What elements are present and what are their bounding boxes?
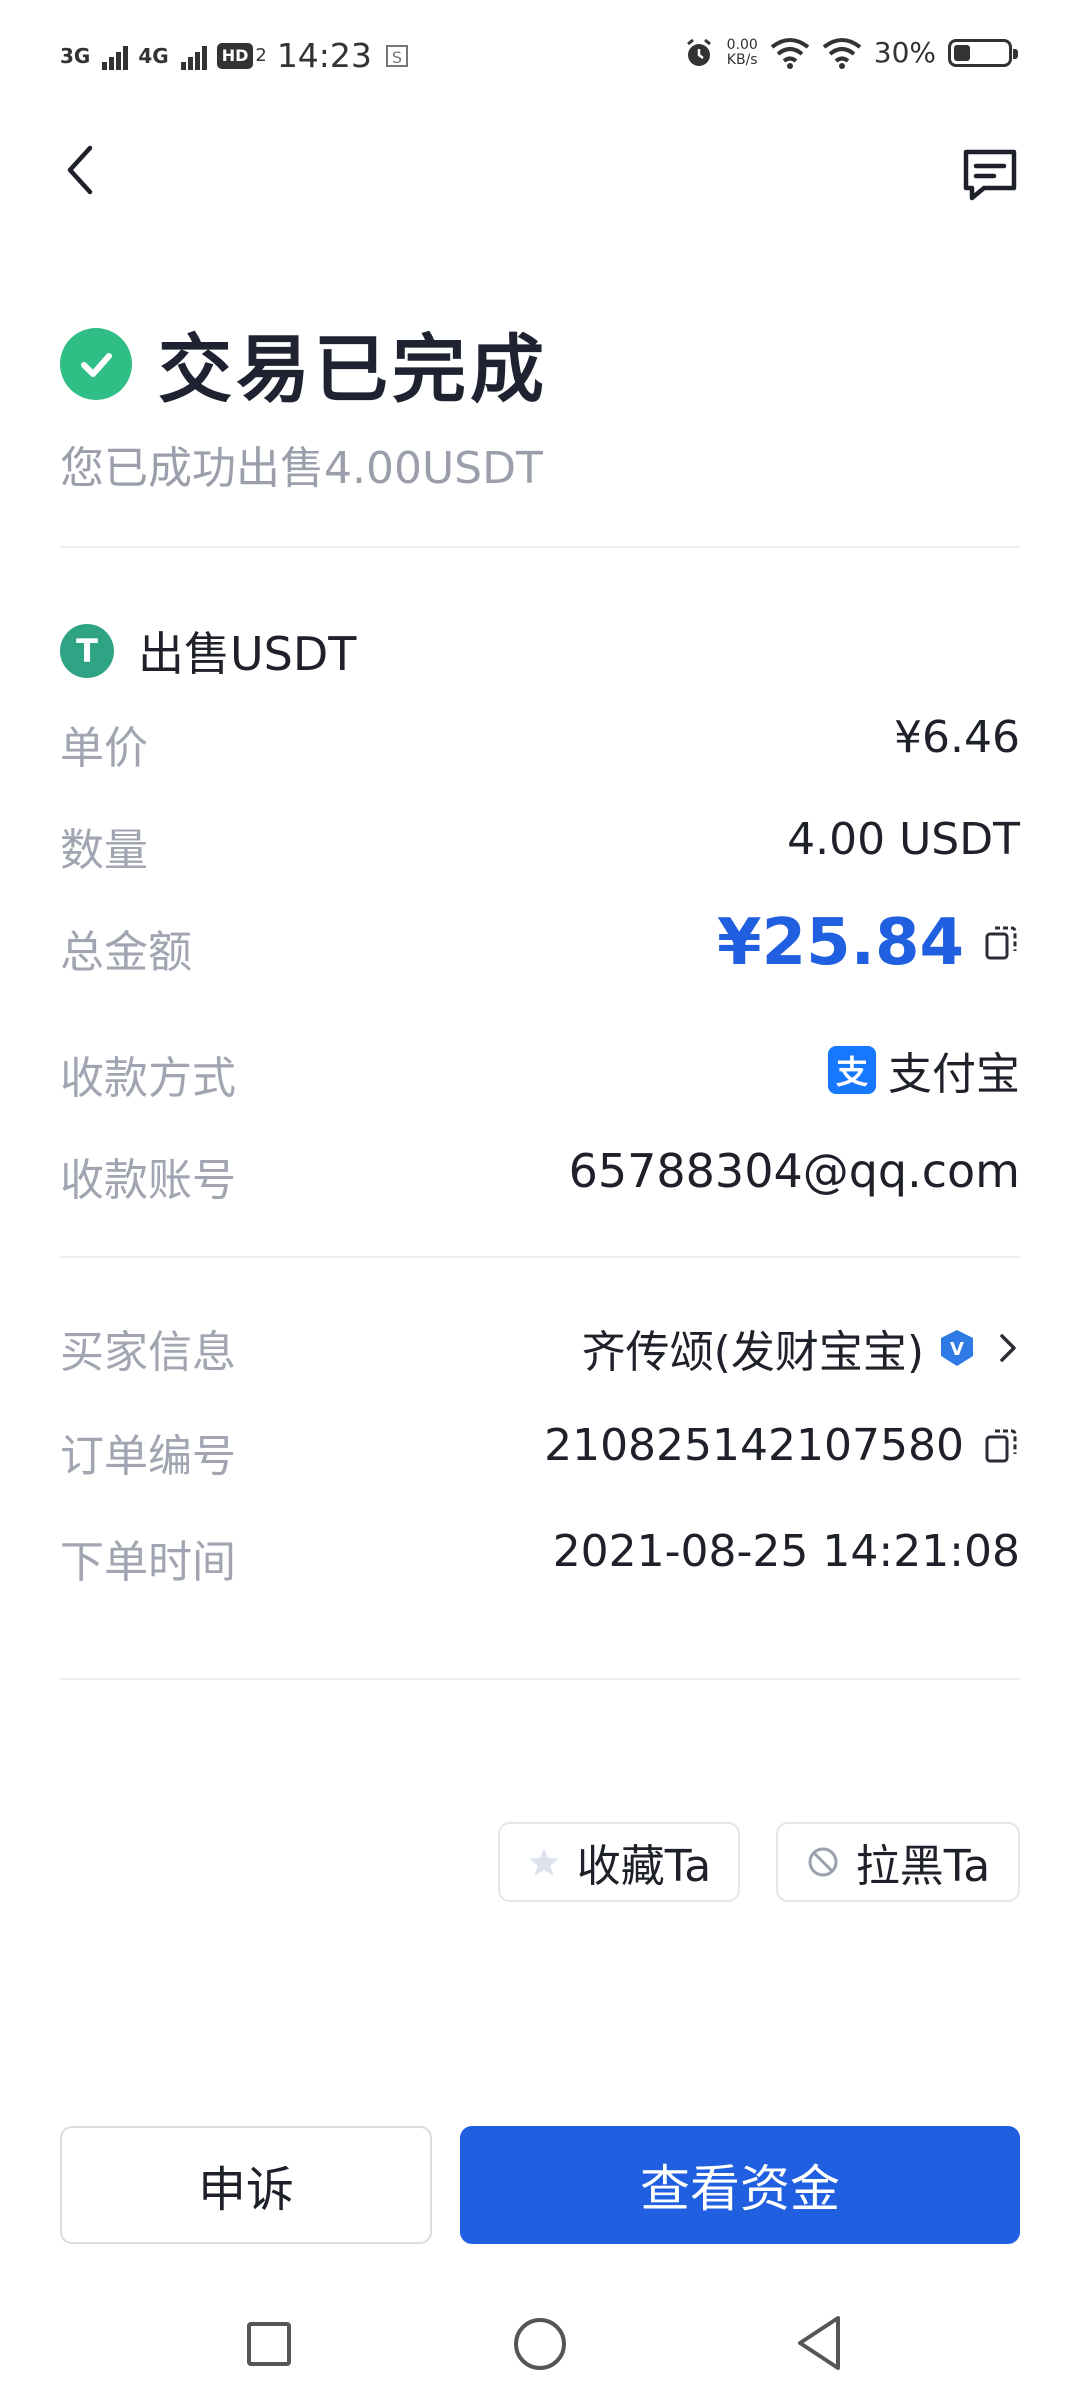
wifi-icon	[822, 37, 861, 69]
speed-value: 0.00	[726, 36, 758, 53]
total-amount-text: ¥25.84	[717, 906, 964, 980]
favorite-label: 收藏Ta	[576, 1841, 712, 1892]
network-speed: 0.00 KB/s	[726, 36, 758, 68]
divider	[60, 546, 1020, 548]
buyer-name: 齐传颂(发财宝宝)	[581, 1327, 924, 1378]
wifi-icon	[770, 37, 809, 69]
account-text: 65788304@qq.com	[568, 1144, 1020, 1198]
buyer-info-value[interactable]: 齐传颂(发财宝宝) V	[582, 1316, 1020, 1380]
account-value: 65788304@qq.com	[569, 1144, 1020, 1198]
appeal-button[interactable]: 申诉	[60, 2126, 432, 2244]
block-button[interactable]: 拉黑Ta	[776, 1822, 1020, 1902]
chevron-right-icon	[1000, 1334, 1016, 1362]
battery-icon	[948, 38, 1018, 67]
screenshot-icon: S	[385, 44, 408, 67]
block-label: 拉黑Ta	[855, 1841, 991, 1892]
order-number-label: 订单编号	[60, 1431, 236, 1482]
asset-row: T 出售USDT	[60, 618, 356, 684]
status-right: 0.00 KB/s 30%	[683, 36, 1018, 69]
check-circle-icon	[60, 327, 132, 400]
copy-icon[interactable]	[984, 1426, 1020, 1466]
order-number-text: 210825142107580	[544, 1420, 964, 1471]
order-time-value: 2021-08-25 14:21:08	[553, 1526, 1020, 1577]
signal-icon	[102, 42, 129, 70]
status-header: 交易已完成	[60, 310, 548, 417]
home-icon[interactable]	[514, 2318, 566, 2370]
order-time-text: 2021-08-25 14:21:08	[552, 1526, 1020, 1577]
unit-price-label: 单价	[60, 723, 148, 774]
hd-icon: HD	[216, 42, 254, 69]
unit-price-text: ¥6.46	[894, 712, 1020, 763]
block-icon	[808, 1847, 838, 1877]
quantity-text: 4.00 USDT	[787, 814, 1020, 865]
unit-price-value: ¥6.46	[894, 712, 1020, 763]
network-3g: 3G	[60, 43, 91, 68]
star-icon	[528, 1848, 559, 1876]
divider	[60, 1678, 1020, 1680]
verified-badge-glyph: V	[950, 1339, 964, 1360]
view-funds-button[interactable]: 查看资金	[460, 2126, 1020, 2244]
total-amount-label: 总金额	[60, 927, 192, 978]
chat-icon[interactable]	[960, 146, 1020, 206]
recent-apps-icon[interactable]	[247, 2322, 291, 2366]
signal-icon	[180, 42, 207, 70]
tether-icon: T	[60, 624, 114, 678]
order-number-value: 210825142107580	[544, 1420, 1020, 1471]
account-label: 收款账号	[60, 1155, 236, 1206]
hd-sub: 2	[255, 45, 267, 66]
battery-percent: 30%	[873, 36, 936, 69]
quantity-value: 4.00 USDT	[787, 814, 1020, 865]
payment-method-value: 支 支付宝	[828, 1038, 1020, 1102]
alarm-icon	[686, 38, 711, 66]
copy-icon[interactable]	[984, 923, 1020, 963]
buyer-info-label: 买家信息	[60, 1327, 236, 1378]
verified-badge-icon: V	[941, 1330, 973, 1366]
favorite-button[interactable]: 收藏Ta	[498, 1822, 740, 1902]
page-title: 交易已完成	[158, 327, 548, 413]
total-amount-value: ¥25.84	[717, 906, 1020, 980]
status-left: 3G 4G HD 2 14:23 S	[60, 36, 412, 75]
divider	[60, 1256, 1020, 1258]
payment-method-text: 支付宝	[888, 1049, 1020, 1100]
network-4g: 4G	[138, 43, 169, 68]
quantity-label: 数量	[60, 825, 148, 876]
status-time: 14:23	[276, 36, 372, 75]
speed-unit: KB/s	[726, 51, 758, 68]
alipay-icon: 支	[828, 1046, 876, 1094]
order-time-label: 下单时间	[60, 1537, 236, 1588]
back-triangle-icon[interactable]	[794, 2312, 844, 2374]
asset-label: 出售USDT	[138, 627, 357, 681]
chevron-left-icon[interactable]	[52, 140, 112, 200]
status-bar: 3G 4G HD 2 14:23 S 0.00 KB/s 30%	[0, 0, 1080, 110]
payment-method-label: 收款方式	[60, 1053, 236, 1104]
svg-text:S: S	[392, 48, 402, 67]
status-subtitle: 您已成功出售4.00USDT	[60, 443, 543, 494]
